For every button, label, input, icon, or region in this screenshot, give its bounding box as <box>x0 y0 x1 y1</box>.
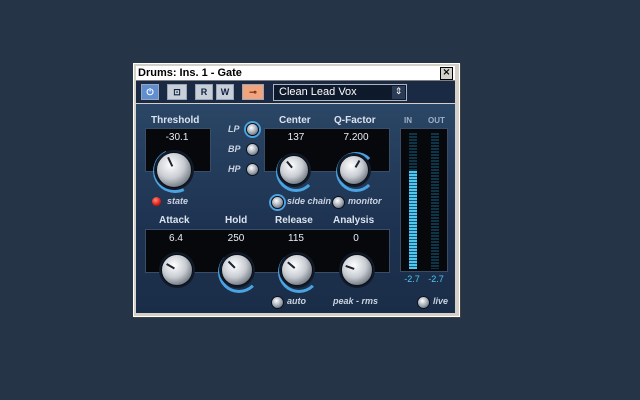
bypass-button[interactable]: ⊡ <box>167 84 187 100</box>
hp-filter-button[interactable] <box>246 163 259 176</box>
level-meters <box>400 128 448 272</box>
analysis-value[interactable]: 0 <box>326 233 386 244</box>
output-meter <box>431 133 439 269</box>
preset-name: Clean Lead Vox <box>279 86 357 98</box>
preset-selector[interactable]: Clean Lead Vox ⇕ <box>273 84 407 101</box>
sidechain-label: side chain <box>287 196 332 206</box>
lp-filter-button[interactable] <box>246 123 259 136</box>
input-meter <box>409 133 417 269</box>
read-automation-button[interactable]: R <box>195 84 213 100</box>
bp-filter-button[interactable] <box>246 143 259 156</box>
output-peak-value[interactable]: -2.7 <box>424 274 448 284</box>
state-led-icon <box>152 197 161 206</box>
close-button[interactable]: × <box>440 67 453 80</box>
lp-label: LP <box>228 124 240 134</box>
window-title: Drums: Ins. 1 - Gate <box>138 67 242 79</box>
gate-plugin-window: Drums: Ins. 1 - Gate × ⏻ ⊡ R W ⊸ Clean L… <box>133 63 460 317</box>
state-label: state <box>167 196 189 206</box>
write-automation-button[interactable]: W <box>216 84 234 100</box>
live-label: live <box>433 296 449 306</box>
hold-value[interactable]: 250 <box>206 233 266 244</box>
monitor-label: monitor <box>348 196 382 206</box>
auto-label: auto <box>287 296 306 306</box>
meter-out-label: OUT <box>428 116 445 125</box>
release-label: Release <box>275 215 313 226</box>
threshold-value[interactable]: -30.1 <box>145 132 209 143</box>
plugin-panel: Threshold -30.1 state LP BP HP Center Q-… <box>136 104 455 313</box>
analysis-label: Analysis <box>333 215 375 226</box>
qfactor-value[interactable]: 7.200 <box>326 132 386 143</box>
peak-rms-label: peak - rms <box>333 296 379 306</box>
power-button[interactable]: ⏻ <box>141 84 159 100</box>
sidechain-button[interactable] <box>271 196 284 209</box>
attack-value[interactable]: 6.4 <box>146 233 206 244</box>
threshold-knob[interactable] <box>156 152 192 188</box>
input-meter-fill <box>409 171 417 269</box>
input-peak-value[interactable]: -2.7 <box>400 274 424 284</box>
auto-release-button[interactable] <box>271 296 284 309</box>
release-knob[interactable] <box>281 254 313 286</box>
live-button[interactable] <box>417 296 430 309</box>
title-bar[interactable]: Drums: Ins. 1 - Gate × <box>136 66 455 81</box>
analysis-knob[interactable] <box>341 254 373 286</box>
meter-in-label: IN <box>404 116 412 125</box>
hold-knob[interactable] <box>221 254 253 286</box>
attack-knob[interactable] <box>161 254 193 286</box>
qfactor-knob[interactable] <box>339 155 369 185</box>
edit-button[interactable]: ⊸ <box>242 84 264 100</box>
monitor-button[interactable] <box>332 196 345 209</box>
hold-label: Hold <box>225 215 248 226</box>
center-value[interactable]: 137 <box>266 132 326 143</box>
attack-label: Attack <box>159 215 190 226</box>
bp-label: BP <box>228 144 241 154</box>
release-value[interactable]: 115 <box>266 233 326 244</box>
center-label: Center <box>279 115 311 126</box>
center-knob[interactable] <box>279 155 309 185</box>
plugin-toolbar: ⏻ ⊡ R W ⊸ Clean Lead Vox ⇕ <box>136 81 455 103</box>
preset-menu-arrow-icon[interactable]: ⇕ <box>392 86 405 99</box>
threshold-label: Threshold <box>151 115 200 126</box>
qfactor-label: Q-Factor <box>334 115 376 126</box>
hp-label: HP <box>228 164 241 174</box>
